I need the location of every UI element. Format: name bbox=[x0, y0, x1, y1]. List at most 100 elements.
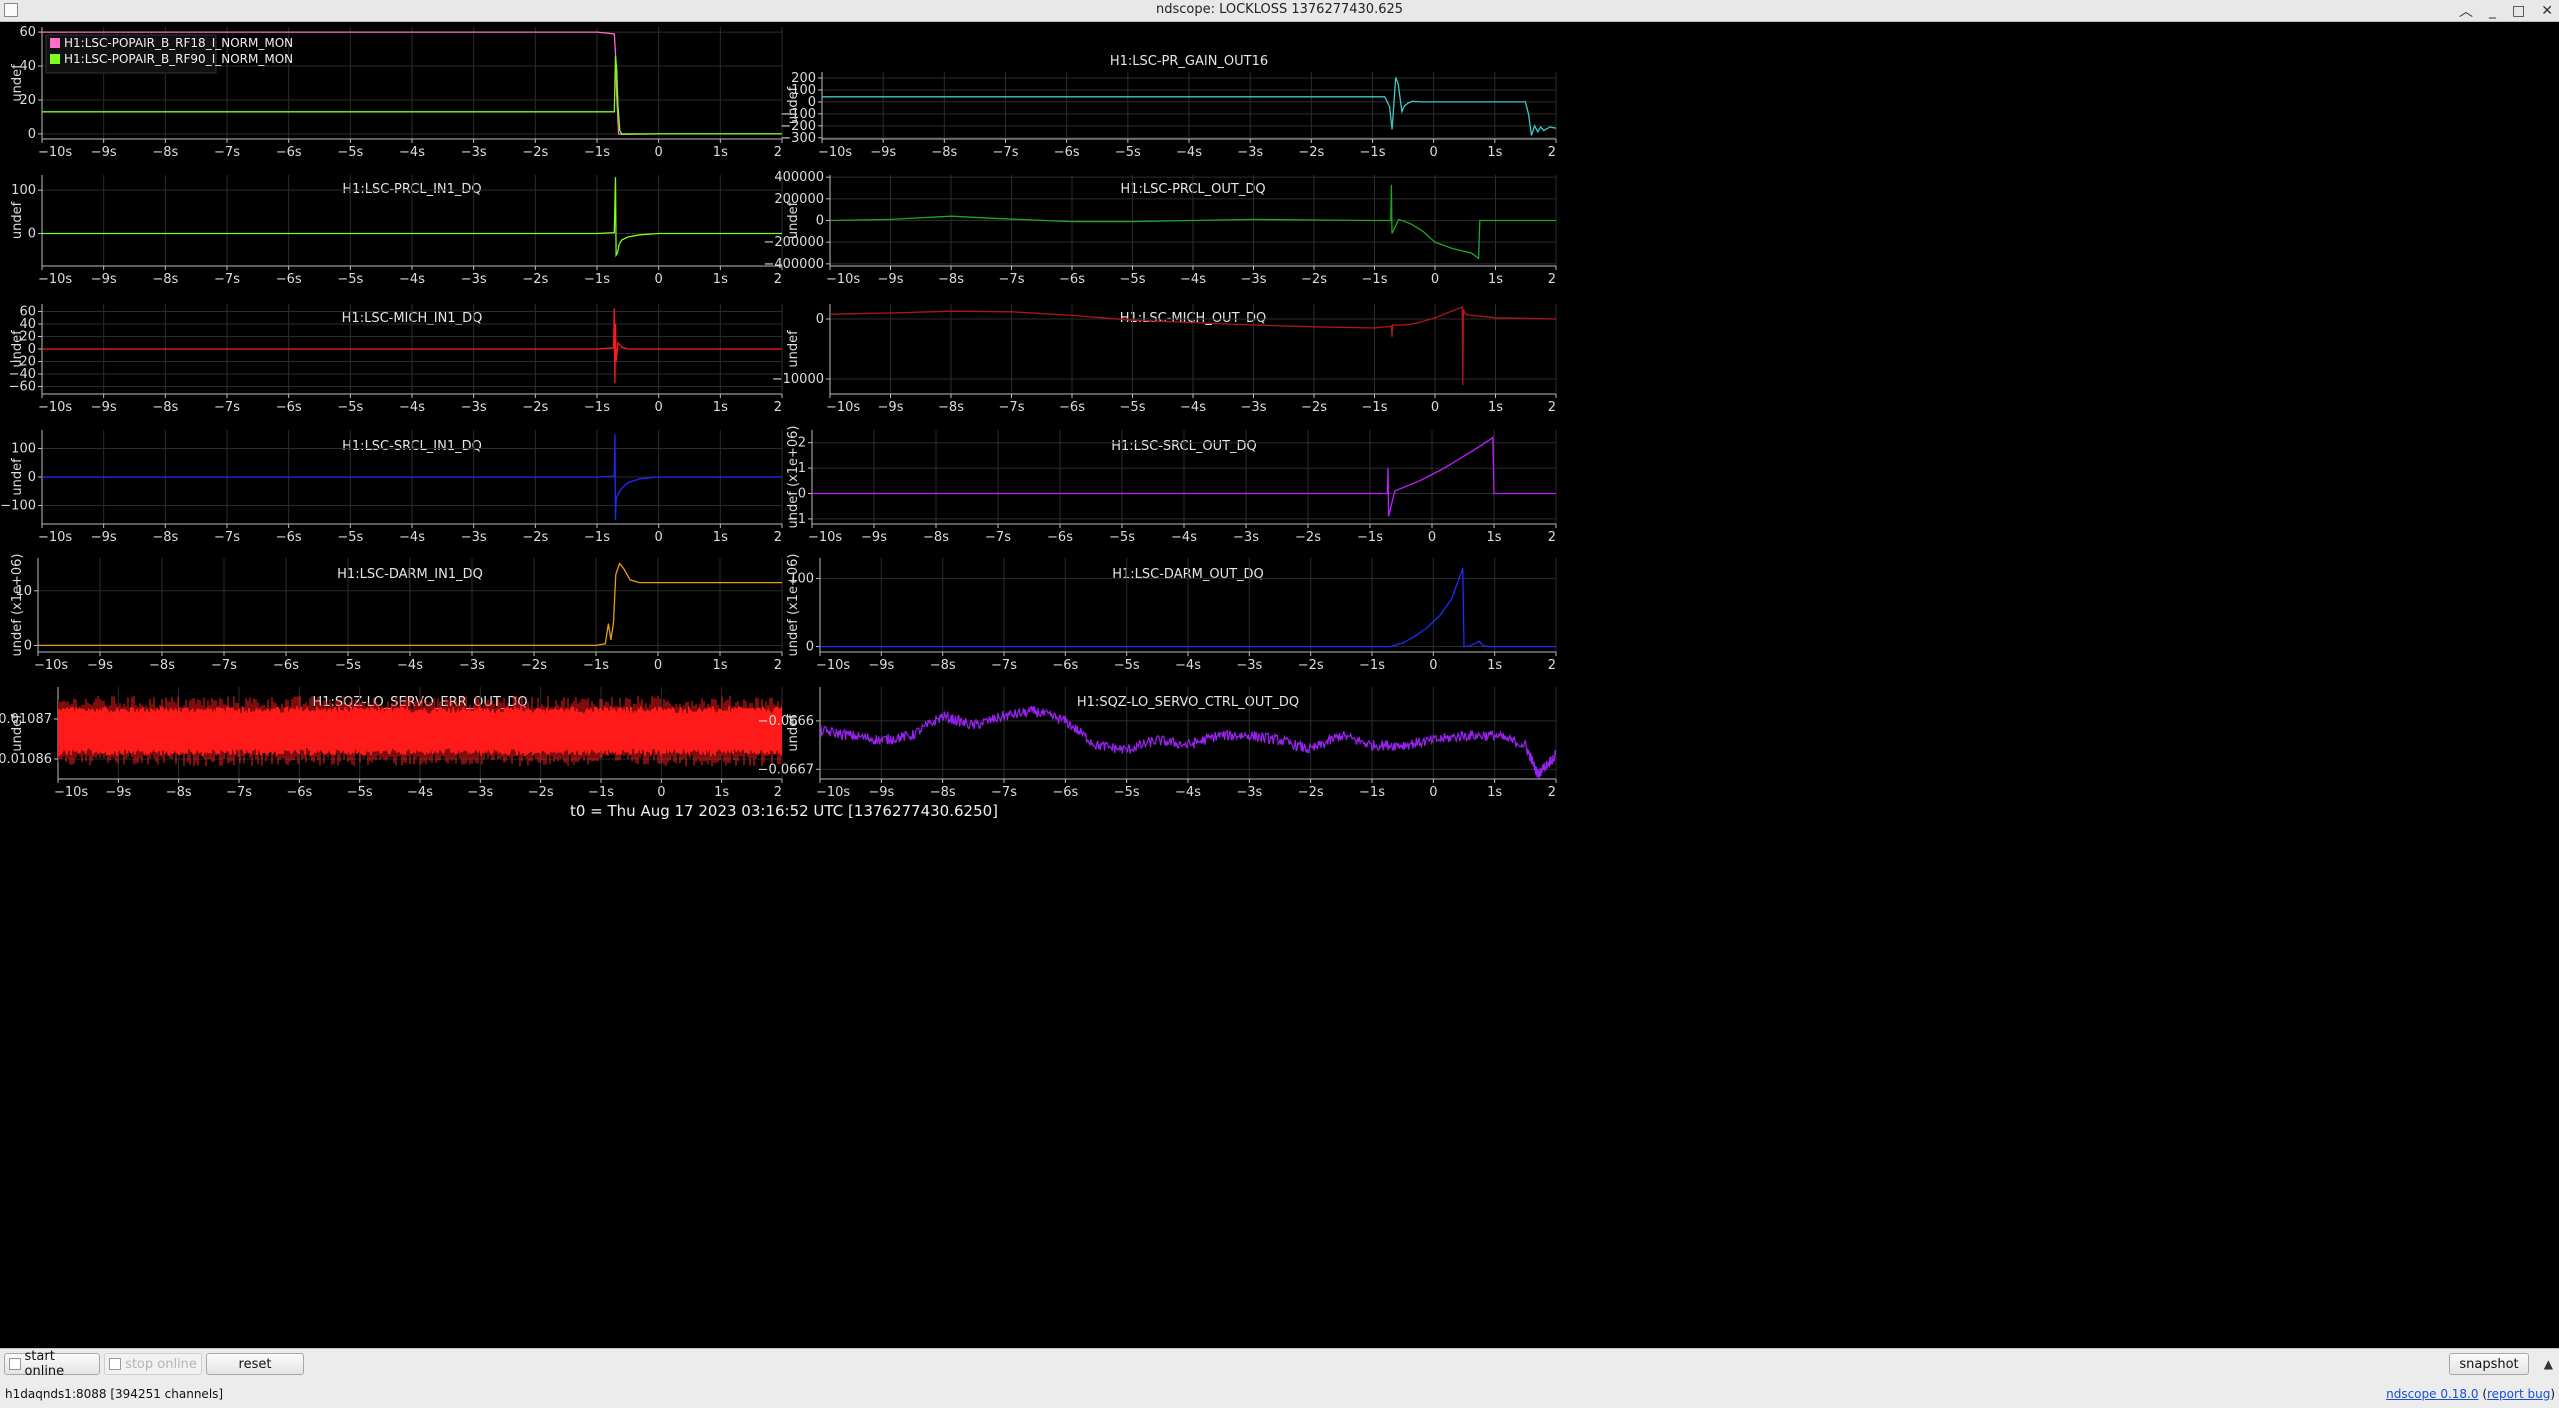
x-tick-label: −5s bbox=[337, 400, 363, 415]
x-tick-label: −2s bbox=[1298, 145, 1324, 160]
x-tick-label: −6s bbox=[1052, 785, 1078, 800]
plot-p2: H1:LSC-PR_GAIN_OUT16 −10s −9s −8s −7s −6s −5s −… bbox=[780, 54, 1557, 160]
maximize-icon[interactable]: □ bbox=[2512, 3, 2525, 19]
x-tick-label: −7s bbox=[985, 530, 1011, 545]
x-tick-label: 1s bbox=[1487, 785, 1502, 800]
x-tick-label: −3s bbox=[467, 785, 493, 800]
y-axis-label: undef bbox=[10, 330, 25, 368]
x-tick-label: −3s bbox=[1237, 145, 1263, 160]
y-tick-label: 0 bbox=[806, 640, 814, 655]
version-link[interactable]: ndscope 0.18.0 bbox=[2386, 1387, 2478, 1401]
stop-online-checkbox-icon bbox=[109, 1358, 122, 1370]
x-tick-label: −4s bbox=[399, 530, 425, 545]
x-tick-label: −4s bbox=[1175, 658, 1201, 673]
reset-button[interactable]: reset bbox=[206, 1353, 304, 1375]
y-tick-label: 0 bbox=[816, 214, 824, 229]
x-tick-label: −7s bbox=[214, 145, 240, 160]
x-tick-label: −8s bbox=[931, 145, 957, 160]
shade-icon[interactable]: ︿ bbox=[2459, 1, 2473, 21]
start-online-button[interactable]: start online bbox=[4, 1349, 100, 1379]
chevron-up-icon[interactable]: ▲ bbox=[2544, 1357, 2553, 1371]
x-tick-label: −7s bbox=[226, 785, 252, 800]
legend-swatch bbox=[50, 54, 60, 64]
x-tick-label: −1s bbox=[583, 658, 609, 673]
y-axis-label: undef (x1e+06) bbox=[786, 426, 801, 529]
minimize-icon[interactable]: _ bbox=[2489, 3, 2496, 19]
y-axis-label: undef bbox=[10, 714, 25, 752]
y-tick-label: −0.0667 bbox=[758, 762, 814, 777]
x-tick-label: −10s bbox=[808, 530, 842, 545]
x-tick-label: −9s bbox=[861, 530, 887, 545]
x-tick-label: 2 bbox=[1548, 272, 1556, 287]
x-tick-label: 2 bbox=[774, 145, 782, 160]
x-tick-label: −4s bbox=[399, 272, 425, 287]
x-tick-label: −9s bbox=[91, 400, 117, 415]
x-tick-label: −6s bbox=[276, 530, 302, 545]
x-tick-label: −4s bbox=[1171, 530, 1197, 545]
x-tick-label: −3s bbox=[461, 530, 487, 545]
x-tick-label: −2s bbox=[1301, 400, 1327, 415]
x-tick-label: −9s bbox=[91, 272, 117, 287]
x-tick-label: −5s bbox=[335, 658, 361, 673]
x-tick-label: 0 bbox=[655, 272, 663, 287]
x-tick-label: −5s bbox=[337, 145, 363, 160]
plot-p4: H1:LSC-PRCL_OUT_DQ−10s −9s −8s −7s −6s −5s −4s… bbox=[763, 170, 1557, 287]
plot-title: H1:LSC-PR_GAIN_OUT16 bbox=[1110, 54, 1268, 69]
y-axis-label: undef (x1e+06) bbox=[10, 554, 25, 657]
y-tick-label: 400000 bbox=[774, 170, 824, 185]
x-tick-label: −2s bbox=[1295, 530, 1321, 545]
x-tick-label: −6s bbox=[1054, 145, 1080, 160]
report-bug-link[interactable]: report bug bbox=[2487, 1387, 2550, 1401]
y-tick-label: 0 bbox=[816, 312, 824, 327]
start-online-label: start online bbox=[24, 1349, 65, 1379]
x-tick-label: −1s bbox=[584, 145, 610, 160]
x-tick-label: −9s bbox=[105, 785, 131, 800]
data-layer bbox=[58, 695, 782, 767]
y-axis-label: undef (x1e+06) bbox=[786, 554, 801, 657]
x-tick-label: 0 bbox=[1429, 785, 1437, 800]
x-tick-label: 0 bbox=[1429, 658, 1437, 673]
x-tick-label: −4s bbox=[399, 145, 425, 160]
x-tick-label: −9s bbox=[87, 658, 113, 673]
close-icon[interactable]: ✕ bbox=[2541, 3, 2553, 19]
y-tick-label: −10000 bbox=[772, 372, 824, 387]
x-tick-label: 0 bbox=[657, 785, 665, 800]
x-tick-label: −7s bbox=[214, 272, 240, 287]
x-tick-label: −10s bbox=[38, 145, 72, 160]
x-tick-label: −9s bbox=[878, 400, 904, 415]
x-tick-label: −10s bbox=[38, 272, 72, 287]
x-tick-label: −2s bbox=[522, 400, 548, 415]
legend-label: H1:LSC-POPAIR_B_RF18_I_NORM_MON bbox=[64, 36, 293, 50]
plots-canvas[interactable]: −10s −9s −8s −7s −6s −5s −4s −3s −2s −1s 0 1s 202040… bbox=[0, 22, 2559, 1348]
x-tick-label: −5s bbox=[1114, 658, 1140, 673]
x-tick-label: −2s bbox=[1298, 658, 1324, 673]
x-tick-label: −5s bbox=[1115, 145, 1141, 160]
t0-label: t0 = Thu Aug 17 2023 03:16:52 UTC [13762… bbox=[570, 802, 998, 820]
y-axis-label: undef bbox=[786, 86, 801, 124]
y-tick-label: 0.01086 bbox=[0, 752, 52, 767]
x-tick-label: −9s bbox=[91, 530, 117, 545]
x-tick-label: −3s bbox=[461, 400, 487, 415]
plot-grid[interactable]: −10s −9s −8s −7s −6s −5s −4s −3s −2s −1s 0 1s 2 0 20 40… bbox=[0, 22, 2559, 1348]
control-bar: start online stop online reset snapshot … bbox=[0, 1348, 2559, 1408]
x-tick-label: −10s bbox=[818, 145, 852, 160]
x-tick-label: 2 bbox=[1548, 400, 1556, 415]
x-tick-label: −4s bbox=[397, 658, 423, 673]
x-tick-label: −8s bbox=[930, 785, 956, 800]
x-tick-label: −3s bbox=[461, 145, 487, 160]
snapshot-button[interactable]: snapshot bbox=[2449, 1353, 2529, 1375]
start-online-checkbox-icon bbox=[9, 1358, 21, 1370]
x-tick-label: −10s bbox=[54, 785, 88, 800]
x-tick-label: −7s bbox=[991, 785, 1017, 800]
x-tick-label: −5s bbox=[1114, 785, 1140, 800]
x-tick-label: −2s bbox=[522, 530, 548, 545]
x-tick-label: −7s bbox=[999, 272, 1025, 287]
x-tick-label: −6s bbox=[1059, 400, 1085, 415]
x-tick-label: 1s bbox=[713, 400, 728, 415]
x-tick-label: 0 bbox=[1431, 400, 1439, 415]
x-tick-label: 2 bbox=[774, 785, 782, 800]
x-tick-label: 0 bbox=[655, 145, 663, 160]
x-tick-label: −4s bbox=[1180, 272, 1206, 287]
x-tick-label: −1s bbox=[588, 785, 614, 800]
x-tick-label: −10s bbox=[38, 530, 72, 545]
